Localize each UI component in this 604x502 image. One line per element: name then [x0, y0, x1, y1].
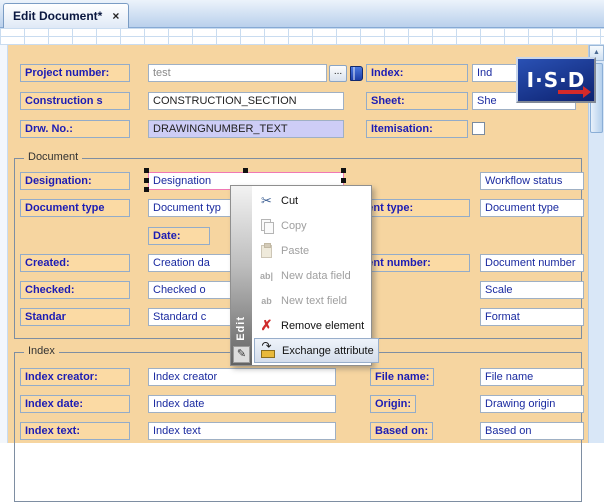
menu-item-new-text-field[interactable]: ab New text field: [254, 288, 379, 313]
index-date-label: Index date:: [20, 395, 130, 413]
itemisation-checkbox[interactable]: [472, 122, 485, 135]
selection-handle[interactable]: [144, 187, 149, 192]
origin-input[interactable]: Drawing origin: [480, 395, 584, 413]
based-on-input[interactable]: Based on: [480, 422, 584, 440]
left-gutter: [0, 45, 8, 443]
project-number-input[interactable]: test: [148, 64, 327, 82]
tab-close-icon[interactable]: ×: [112, 9, 119, 23]
itemisation-label: Itemisation:: [366, 120, 468, 138]
menu-item-new-data-field[interactable]: ab| New data field: [254, 263, 379, 288]
exchange-attribute-icon: ↷: [260, 343, 276, 358]
menu-item-label: Copy: [281, 220, 307, 232]
index-creator-label: Index creator:: [20, 368, 130, 386]
selection-handle[interactable]: [144, 168, 149, 173]
origin-label: Origin:: [370, 395, 416, 413]
based-on-label: Based on:: [370, 422, 433, 440]
catalogue-book-icon[interactable]: [350, 66, 363, 81]
scale-input[interactable]: Scale: [480, 281, 584, 299]
text-field-icon: ab: [258, 296, 275, 306]
index-text-label: Index text:: [20, 422, 130, 440]
checked-label: Checked:: [20, 281, 130, 299]
isd-logo-text: I·S·D: [527, 68, 586, 92]
menu-item-exchange-attribute[interactable]: ↷ Exchange attribute: [254, 338, 379, 363]
paste-icon: [261, 245, 272, 258]
index-label: Index:: [366, 64, 468, 82]
menu-item-label: Cut: [281, 195, 298, 207]
construction-section-label: Construction s: [20, 92, 130, 110]
menu-item-label: Exchange attribute: [282, 345, 374, 357]
menu-item-label: New text field: [281, 295, 347, 307]
selection-handle[interactable]: [144, 178, 149, 183]
menu-item-copy[interactable]: Copy: [254, 213, 379, 238]
menu-item-label: Paste: [281, 245, 309, 257]
index-date-input[interactable]: Index date: [148, 395, 336, 413]
created-label: Created:: [20, 254, 130, 272]
format-input[interactable]: Format: [480, 308, 584, 326]
remove-x-icon: ✗: [258, 317, 275, 334]
standard-label: Standar: [20, 308, 130, 326]
selection-handle[interactable]: [243, 168, 248, 173]
document-type-right-input[interactable]: Document type: [480, 199, 584, 217]
menu-item-label: New data field: [281, 270, 351, 282]
date-label: Date:: [148, 227, 210, 245]
drw-no-input[interactable]: DRAWINGNUMBER_TEXT: [148, 120, 344, 138]
tab-bar: Edit Document* ×: [0, 0, 604, 28]
workflow-status-input[interactable]: Workflow status: [480, 172, 584, 190]
menu-item-label: Remove element: [281, 320, 364, 332]
vertical-scrollbar[interactable]: ▲: [588, 45, 604, 443]
sheet-label: Sheet:: [366, 92, 468, 110]
data-field-icon: ab|: [258, 271, 275, 281]
menu-item-remove-element[interactable]: ✗ Remove element: [254, 313, 379, 338]
context-menu-strip: Edit ✎: [231, 186, 252, 365]
file-name-input[interactable]: File name: [480, 368, 584, 386]
selection-handle[interactable]: [341, 178, 346, 183]
drw-no-label: Drw. No.:: [20, 120, 130, 138]
menu-item-paste[interactable]: Paste: [254, 238, 379, 263]
designation-label: Designation:: [20, 172, 130, 190]
pencil-icon[interactable]: ✎: [233, 346, 250, 363]
copy-icon: [261, 219, 273, 233]
document-group-title: Document: [24, 151, 82, 163]
menu-item-cut[interactable]: ✂ Cut: [254, 188, 379, 213]
construction-section-input[interactable]: CONSTRUCTION_SECTION: [148, 92, 344, 110]
ruler-grid: [0, 28, 604, 45]
project-browse-button[interactable]: ...: [329, 65, 347, 82]
tab-title: Edit Document*: [13, 9, 102, 23]
context-menu: Edit ✎ ✂ Cut Copy Paste ab| New data fie…: [230, 185, 372, 366]
context-menu-strip-title: Edit: [235, 316, 247, 341]
context-menu-items: ✂ Cut Copy Paste ab| New data field ab N…: [252, 186, 381, 365]
isd-logo-arrow-icon: [558, 90, 584, 94]
project-number-label: Project number:: [20, 64, 130, 82]
document-number-input[interactable]: Document number: [480, 254, 584, 272]
index-text-input[interactable]: Index text: [148, 422, 336, 440]
isd-logo: I·S·D: [516, 57, 596, 103]
file-name-label: File name:: [370, 368, 434, 386]
document-type-label: Document type: [20, 199, 130, 217]
index-group-title: Index: [24, 345, 59, 357]
index-creator-input[interactable]: Index creator: [148, 368, 336, 386]
scissors-icon: ✂: [258, 193, 275, 209]
selection-handle[interactable]: [341, 168, 346, 173]
tab-edit-document[interactable]: Edit Document* ×: [3, 3, 129, 28]
